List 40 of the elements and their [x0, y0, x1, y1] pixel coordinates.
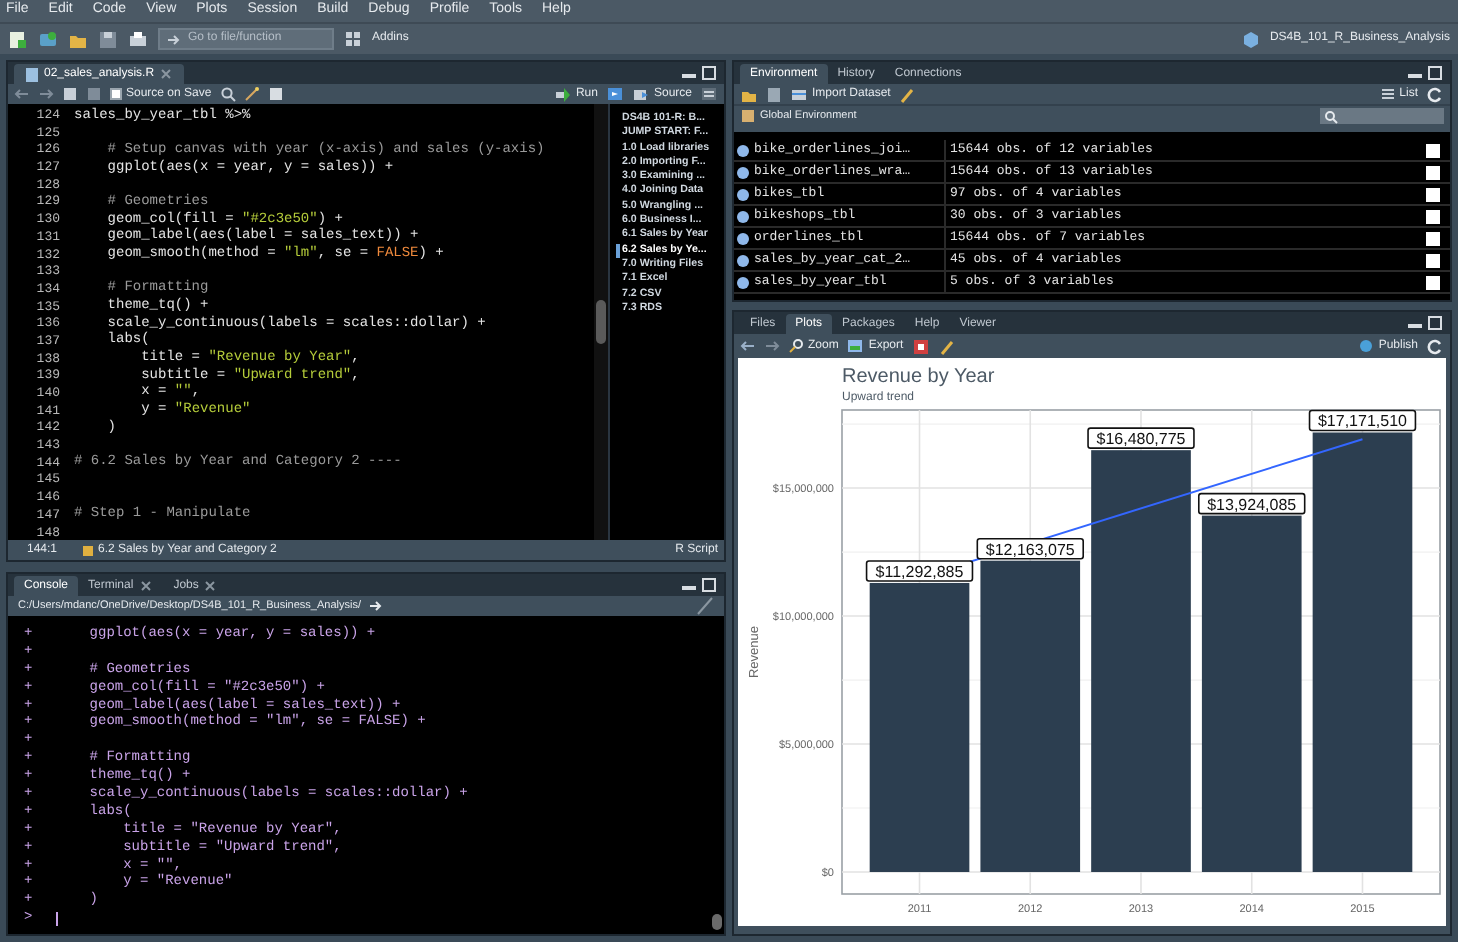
close-icon[interactable]: [137, 578, 154, 594]
refresh-icon[interactable]: [1426, 337, 1444, 355]
grid-icon[interactable]: [344, 30, 362, 48]
search-icon: [1324, 109, 1338, 123]
list-icon: [1379, 86, 1396, 102]
remove-plot-icon[interactable]: [911, 337, 930, 355]
wand-icon[interactable]: [243, 86, 260, 102]
magnifier-icon: [788, 338, 804, 354]
close-icon[interactable]: [158, 66, 175, 82]
image-icon: [846, 338, 865, 354]
rerun-icon[interactable]: [605, 86, 624, 102]
back-arrow-icon[interactable]: [14, 86, 30, 102]
value-label: $16,480,775: [1087, 427, 1195, 449]
search-field[interactable]: [1320, 108, 1444, 124]
value-label: $12,163,075: [976, 537, 1084, 560]
value-label: $17,171,510: [1308, 409, 1417, 432]
maximize-icon[interactable]: [1426, 314, 1444, 332]
text-cursor: [56, 912, 58, 927]
value-label: $11,292,885: [865, 560, 974, 582]
go-to-directory-icon[interactable]: [367, 598, 383, 614]
maximize-icon[interactable]: [700, 64, 718, 82]
table-icon: [790, 85, 808, 103]
r-file-icon: [24, 65, 40, 83]
maximize-icon[interactable]: [700, 576, 718, 594]
maximize-icon[interactable]: [1426, 64, 1444, 82]
scrollbar-thumb[interactable]: [712, 914, 722, 930]
forward-arrow-icon[interactable]: [764, 338, 780, 354]
publish-icon: [1358, 338, 1375, 354]
back-arrow-icon[interactable]: [740, 338, 756, 354]
arrow-icon: [166, 31, 182, 47]
outline-icon[interactable]: [700, 86, 718, 102]
scrollbar-thumb[interactable]: [596, 300, 606, 344]
search-icon[interactable]: [219, 86, 236, 102]
close-icon[interactable]: [202, 578, 219, 594]
new-file-icon[interactable]: [8, 29, 28, 49]
forward-arrow-icon[interactable]: [38, 86, 54, 102]
refresh-icon[interactable]: [1426, 85, 1444, 103]
value-label: $13,924,085: [1198, 492, 1306, 515]
chart-title: Revenue by Year: [842, 366, 995, 388]
print-icon[interactable]: [128, 29, 148, 49]
